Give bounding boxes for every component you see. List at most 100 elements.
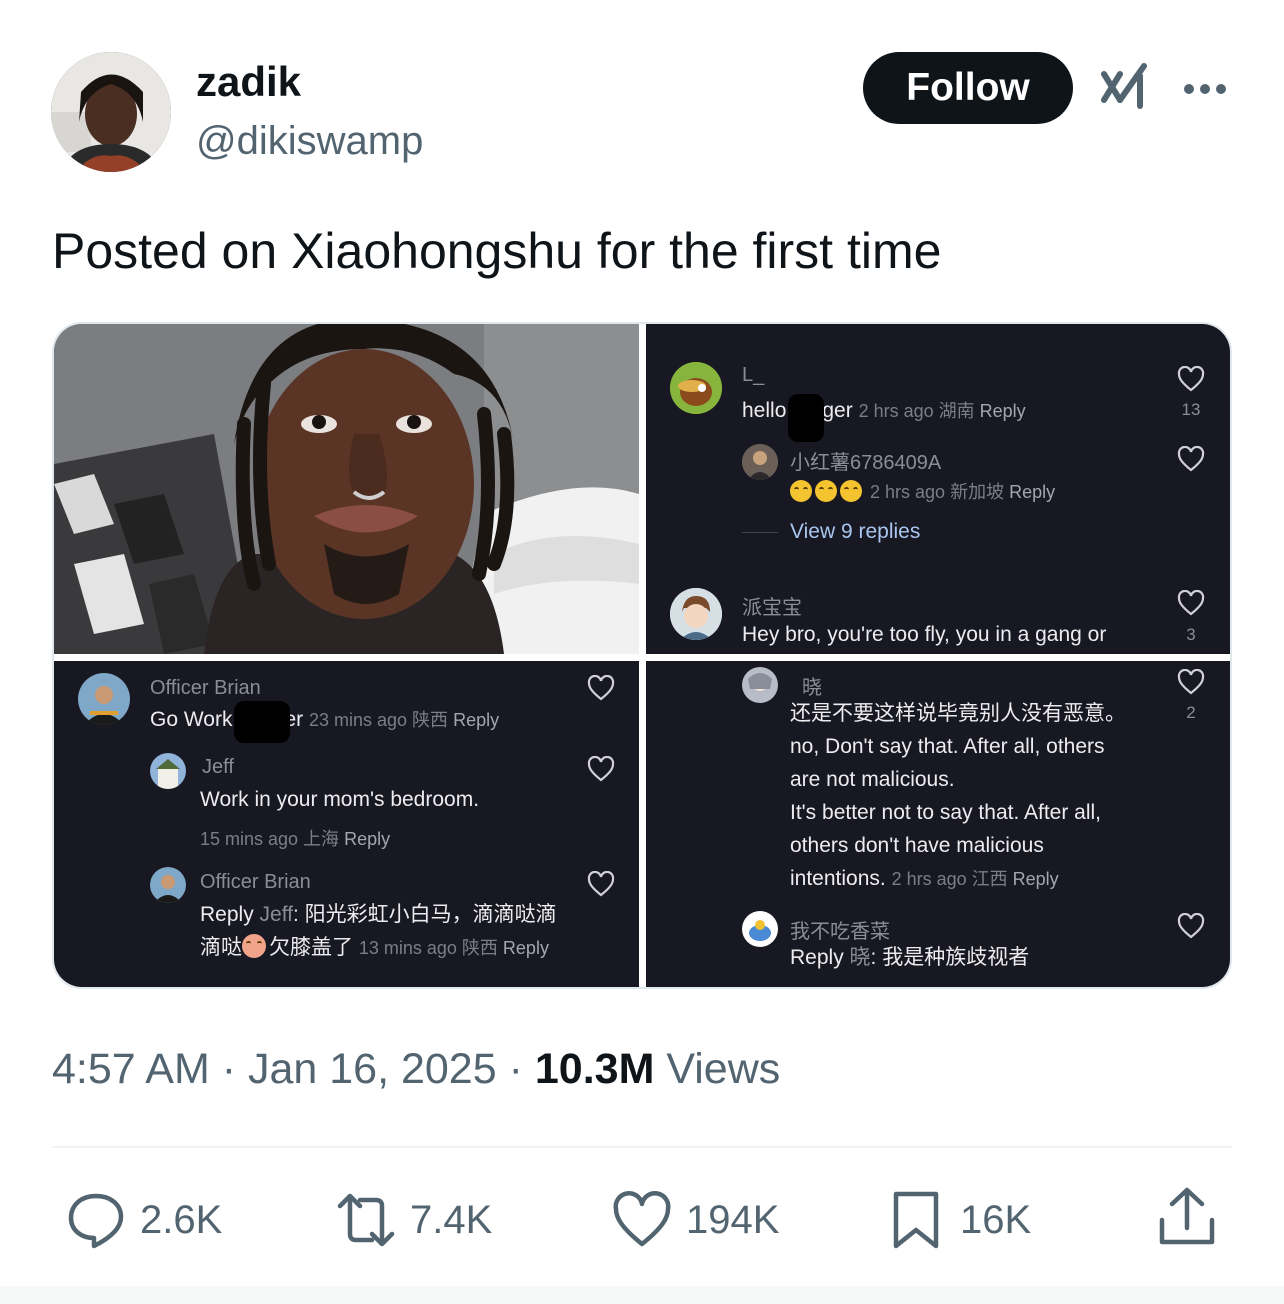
comment-username[interactable]: 我不吃香菜	[790, 915, 890, 944]
comment-username[interactable]: Officer Brian	[150, 677, 261, 700]
reply-link[interactable]: Reply	[1013, 869, 1059, 889]
comment-text-part: Go Work	[150, 708, 233, 731]
share-icon	[1159, 1187, 1215, 1245]
reply-thread-line	[742, 532, 778, 533]
comment-text-part: hello	[742, 399, 787, 422]
heart-icon[interactable]	[1177, 913, 1205, 939]
author-avatar[interactable]	[51, 52, 171, 172]
comment-meta: 15 mins ago 上海 Reply	[200, 825, 390, 851]
comment-text: Reply 晓: 我是种族歧视者	[790, 941, 1029, 974]
comment-text: Go Work er 23 mins ago 陕西 Reply	[150, 703, 499, 737]
views-count[interactable]: 10.3M	[535, 1045, 655, 1093]
grok-icon[interactable]	[1100, 60, 1152, 112]
reply-link[interactable]: Reply	[980, 401, 1026, 421]
heart-icon[interactable]	[587, 675, 615, 701]
reply-icon	[68, 1193, 124, 1249]
reply-button[interactable]: 2.6K	[66, 1188, 222, 1252]
commenter-avatar[interactable]	[670, 588, 722, 640]
comment-time-location: 2 hrs ago 湖南	[858, 401, 975, 421]
comment-text-part: intentions.	[790, 867, 886, 890]
commenter-avatar[interactable]	[742, 911, 778, 947]
comment-username[interactable]: 小红薯6786409A	[790, 446, 941, 475]
comment-text: Reply Jeff: 阳光彩虹小白马，滴滴哒滴	[200, 898, 557, 931]
comment-text: are not malicious.	[790, 768, 955, 791]
repost-icon	[337, 1193, 395, 1247]
bookmark-button[interactable]: 16K	[886, 1188, 1031, 1252]
commenter-avatar[interactable]	[670, 362, 722, 414]
comment-panel-top-right[interactable]: L_ hello ger 2 hrs ago 湖南 Reply 13 小红薯678…	[646, 324, 1230, 654]
comment-username[interactable]: 晓	[802, 671, 822, 700]
comment-text: Hey bro, you're too fly, you in a gang o…	[742, 623, 1107, 646]
reply-link[interactable]: Reply	[453, 710, 499, 730]
reply-link[interactable]: Reply	[503, 938, 549, 958]
reply-prefix: Reply	[200, 903, 254, 926]
repost-button[interactable]: 7.4K	[336, 1188, 492, 1252]
comment-time-location: 2 hrs ago 新加坡	[870, 482, 1005, 502]
comment-time-location: 23 mins ago 陕西	[309, 710, 449, 730]
commenter-avatar[interactable]	[742, 444, 778, 480]
comment-text: 还是不要这样说毕竟别人没有恶意。	[790, 702, 1126, 725]
heart-icon	[613, 1191, 671, 1247]
commenter-avatar[interactable]	[150, 753, 186, 789]
share-button[interactable]	[1158, 1186, 1216, 1248]
comment-username[interactable]: L_	[742, 364, 764, 387]
reply-count: 2.6K	[140, 1197, 223, 1242]
crying-emoji-icon	[840, 480, 862, 502]
comment-text: It's better not to say that. After all,	[790, 801, 1102, 824]
heart-icon[interactable]	[587, 871, 615, 897]
comment-text-part: 欠膝盖了	[269, 936, 353, 959]
reply-target[interactable]: Jeff	[260, 903, 293, 926]
heart-icon[interactable]	[1177, 590, 1205, 616]
comment-text: hello ger 2 hrs ago 湖南 Reply	[742, 394, 1026, 428]
like-count: 3	[1186, 625, 1196, 644]
comment-meta: 2 hrs ago 湖南 Reply	[859, 401, 1026, 421]
comment-text: 滴哒 欠膝盖了 13 mins ago 陕西 Reply	[200, 931, 549, 965]
comment-username[interactable]: Officer Brian	[200, 871, 311, 894]
commenter-avatar[interactable]	[742, 667, 778, 703]
commenter-avatar[interactable]	[78, 673, 130, 725]
bottom-edge	[0, 1286, 1284, 1304]
comment-time-location: 15 mins ago 上海	[200, 829, 340, 849]
heart-icon[interactable]	[1177, 446, 1205, 472]
like-button[interactable]: 194K	[612, 1188, 779, 1252]
comment-username[interactable]: 派宝宝	[742, 591, 802, 620]
author-handle[interactable]: @dikiswamp	[196, 117, 423, 165]
bookmark-icon	[893, 1191, 939, 1249]
views-label: Views	[654, 1045, 781, 1093]
reply-link[interactable]: Reply	[1009, 482, 1055, 502]
reply-target[interactable]: 晓	[850, 946, 871, 969]
comment-text-part: : 阳光彩虹小白马，滴滴哒滴	[293, 903, 557, 926]
comment-meta: 13 mins ago 陕西 Reply	[359, 938, 549, 958]
author-name[interactable]: zadik	[196, 58, 301, 106]
more-options-icon[interactable]	[1180, 74, 1230, 104]
follow-button[interactable]: Follow	[863, 52, 1073, 124]
view-replies-link[interactable]: View 9 replies	[790, 520, 920, 544]
post-time[interactable]: 4:57 AM	[52, 1045, 210, 1093]
redaction-mark	[788, 394, 824, 442]
post-date[interactable]: Jan 16, 2025	[248, 1045, 497, 1093]
reply-prefix: Reply	[790, 946, 844, 969]
reply-link[interactable]: Reply	[344, 829, 390, 849]
like-count: 13	[1181, 400, 1201, 419]
comment-username[interactable]: Jeff	[202, 756, 234, 779]
post-timestamp: 4:57 AM · Jan 16, 2025 · 10.3M Views	[52, 1043, 780, 1095]
comment-panel-bottom-right[interactable]: 晓 还是不要这样说毕竟别人没有恶意。 no, Don't say that. A…	[646, 661, 1230, 987]
comment-text-part: : 我是种族歧视者	[870, 946, 1030, 969]
comment-meta: 2 hrs ago 江西 Reply	[892, 869, 1059, 889]
comment-time-location: 13 mins ago 陕西	[358, 938, 498, 958]
comment-text-part: ger	[822, 399, 853, 422]
comment-meta: 23 mins ago 陕西 Reply	[309, 710, 499, 730]
separator: ·	[209, 1045, 248, 1093]
crying-emoji-icon	[815, 480, 837, 502]
heart-icon[interactable]	[1177, 669, 1205, 695]
media-grid[interactable]: L_ hello ger 2 hrs ago 湖南 Reply 13 小红薯678…	[52, 322, 1232, 989]
heart-icon[interactable]	[1177, 366, 1205, 392]
crying-emoji-icon	[790, 480, 812, 502]
divider	[52, 1146, 1232, 1148]
commenter-avatar[interactable]	[150, 867, 186, 903]
like-count: 194K	[686, 1197, 780, 1242]
heart-icon[interactable]	[587, 756, 615, 782]
comment-panel-bottom-left[interactable]: Officer Brian Go Work er 23 mins ago 陕西 R…	[54, 661, 639, 987]
selfie-photo[interactable]	[54, 324, 639, 654]
comment-text: others don't have malicious	[790, 834, 1044, 857]
